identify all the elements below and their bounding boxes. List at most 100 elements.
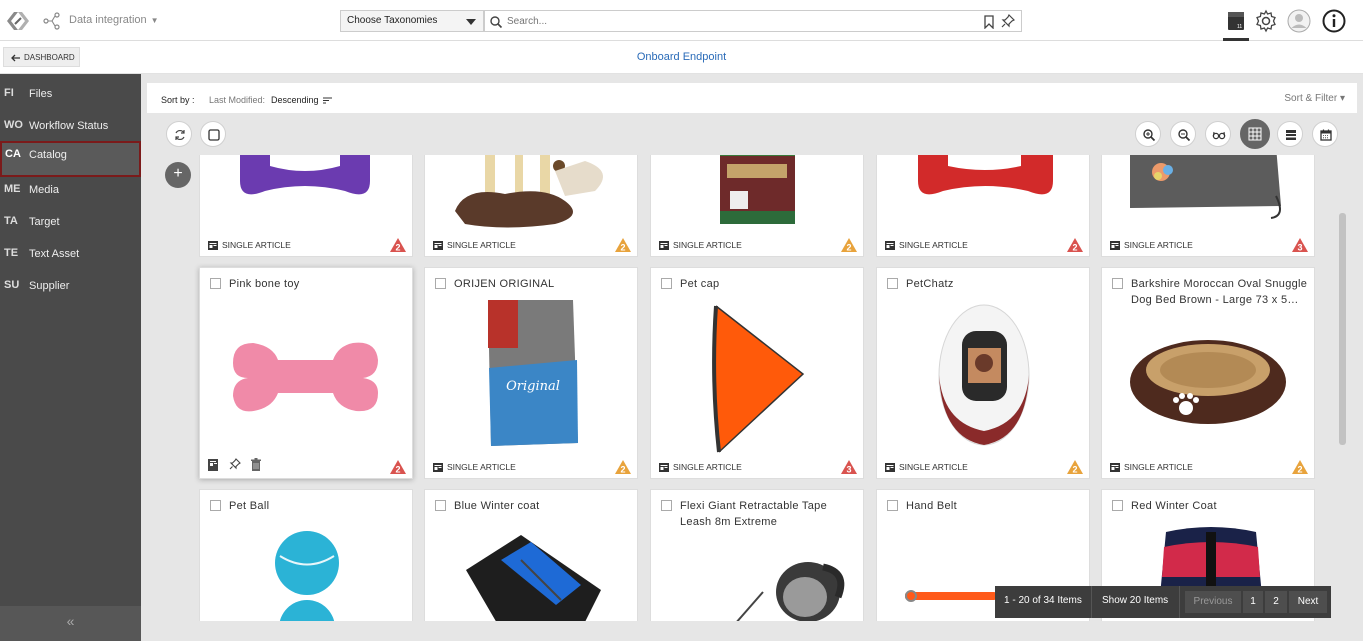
product-card[interactable]: SINGLE ARTICLE 2 bbox=[650, 155, 864, 257]
card-title: ORIJEN ORIGINAL bbox=[454, 278, 555, 290]
app-title-dropdown[interactable]: Data integration ▼ bbox=[69, 14, 159, 26]
product-image bbox=[1130, 155, 1281, 219]
sort-field[interactable]: Last Modified: bbox=[209, 95, 265, 105]
product-image bbox=[905, 590, 997, 602]
zoom-out-icon bbox=[1178, 129, 1191, 142]
sidebar-item-abbr: WO bbox=[4, 119, 23, 131]
page-size-button[interactable]: Show 20 Items bbox=[1102, 595, 1168, 606]
catalog-icon[interactable]: 11 bbox=[1224, 9, 1248, 33]
product-card[interactable]: Barkshire Moroccan Oval Snuggle Dog Bed … bbox=[1101, 267, 1315, 479]
sub-header: Onboard Endpoint DASHBOARD bbox=[0, 41, 1363, 74]
refresh-button[interactable] bbox=[166, 121, 192, 147]
sidebar-item-media[interactable]: ME Media bbox=[0, 176, 141, 204]
trash-icon[interactable] bbox=[250, 458, 262, 471]
list-view-button[interactable] bbox=[1277, 121, 1303, 147]
info-icon[interactable] bbox=[1322, 9, 1346, 33]
product-card[interactable]: SINGLE ARTICLE 3 bbox=[1101, 155, 1315, 257]
dashboard-button[interactable]: DASHBOARD bbox=[3, 47, 80, 67]
card-title: Pet Ball bbox=[229, 500, 270, 512]
grid-view-button[interactable] bbox=[1240, 119, 1270, 149]
calendar-icon bbox=[1320, 129, 1332, 141]
card-checkbox[interactable] bbox=[1112, 278, 1123, 289]
sidebar-item-catalog[interactable]: CA Catalog bbox=[0, 141, 141, 177]
page-1-button[interactable]: 1 bbox=[1243, 591, 1263, 613]
warning-badge-icon: 2 bbox=[841, 238, 857, 252]
card-footer: SINGLE ARTICLE bbox=[208, 240, 291, 250]
next-page-button[interactable]: Next bbox=[1289, 591, 1327, 613]
sidebar-item-workflow-status[interactable]: WO Workflow Status bbox=[0, 112, 141, 140]
add-icon: + bbox=[173, 165, 183, 182]
page-2-button[interactable]: 2 bbox=[1265, 591, 1287, 613]
calendar-view-button[interactable] bbox=[1312, 121, 1338, 147]
card-actions bbox=[208, 458, 262, 474]
warning-badge-icon: 2 bbox=[615, 460, 631, 474]
card-checkbox[interactable] bbox=[1112, 500, 1123, 511]
sidebar-item-abbr: CA bbox=[5, 148, 21, 160]
product-card[interactable]: Pet Ball bbox=[199, 489, 413, 621]
taxonomy-select[interactable]: Choose Taxonomies bbox=[340, 10, 484, 32]
product-image bbox=[712, 305, 805, 453]
copy-article-icon[interactable] bbox=[208, 458, 220, 471]
zoom-out-button[interactable] bbox=[1170, 121, 1196, 147]
card-checkbox[interactable] bbox=[210, 278, 221, 289]
divider bbox=[1091, 586, 1092, 618]
svg-text:2: 2 bbox=[1072, 465, 1077, 475]
pin-icon[interactable] bbox=[1001, 14, 1015, 28]
main-content: Sort by : Last Modified: Descending Sort… bbox=[141, 74, 1363, 641]
pin-icon[interactable] bbox=[229, 458, 241, 471]
card-checkbox[interactable] bbox=[661, 500, 672, 511]
product-card[interactable]: SINGLE ARTICLE 2 bbox=[199, 155, 413, 257]
product-card[interactable]: SINGLE ARTICLE 2 bbox=[424, 155, 638, 257]
card-checkbox[interactable] bbox=[210, 500, 221, 511]
add-button[interactable]: + bbox=[165, 162, 191, 188]
product-card[interactable]: Blue Winter coat bbox=[424, 489, 638, 621]
card-checkbox[interactable] bbox=[435, 500, 446, 511]
logo-icon[interactable] bbox=[4, 9, 32, 33]
sort-filter-dropdown[interactable]: Sort & Filter ▾ bbox=[1284, 93, 1345, 104]
product-card[interactable]: Flexi Giant Retractable Tape Leash 8m Ex… bbox=[650, 489, 864, 621]
sidebar-item-abbr: TE bbox=[4, 247, 19, 259]
settings-icon[interactable] bbox=[1254, 9, 1278, 33]
card-footer: SINGLE ARTICLE bbox=[659, 240, 742, 250]
card-checkbox[interactable] bbox=[661, 278, 672, 289]
card-title: Hand Belt bbox=[906, 500, 958, 512]
warning-badge-icon: 2 bbox=[390, 238, 406, 252]
zoom-in-button[interactable] bbox=[1135, 121, 1161, 147]
product-card[interactable]: Pet cap SINGLE ARTICLE 3 bbox=[650, 267, 864, 479]
card-checkbox[interactable] bbox=[435, 278, 446, 289]
user-icon[interactable] bbox=[1287, 9, 1311, 33]
product-card[interactable]: PetChatz SINGLE ARTICLE 2 bbox=[876, 267, 1090, 479]
product-image bbox=[736, 562, 845, 621]
card-footer: SINGLE ARTICLE bbox=[1110, 240, 1193, 250]
svg-text:2: 2 bbox=[620, 465, 625, 475]
sidebar-item-supplier[interactable]: SU Supplier bbox=[0, 272, 141, 300]
select-all-icon bbox=[208, 129, 220, 141]
product-card[interactable]: Pink bone toy 2 bbox=[199, 267, 413, 479]
card-checkbox[interactable] bbox=[887, 500, 898, 511]
scrollbar-thumb[interactable] bbox=[1339, 213, 1346, 445]
bookmark-icon[interactable] bbox=[983, 15, 995, 29]
sort-direction[interactable]: Descending bbox=[271, 95, 333, 105]
product-card[interactable]: SINGLE ARTICLE 2 bbox=[876, 155, 1090, 257]
arrow-left-icon bbox=[11, 54, 20, 62]
warning-badge-icon: 3 bbox=[1292, 238, 1308, 252]
preview-button[interactable] bbox=[1205, 121, 1231, 147]
sidebar-item-target[interactable]: TA Target bbox=[0, 208, 141, 236]
collapse-sidebar-button[interactable]: « bbox=[0, 606, 141, 641]
card-checkbox[interactable] bbox=[887, 278, 898, 289]
search-icon[interactable] bbox=[489, 15, 503, 29]
sidebar-item-label: Supplier bbox=[29, 280, 70, 292]
sidebar-item-text-asset[interactable]: TE Text Asset bbox=[0, 240, 141, 268]
sidebar-item-label: Workflow Status bbox=[29, 120, 109, 132]
article-icon bbox=[433, 241, 443, 250]
sidebar-item-abbr: ME bbox=[4, 183, 21, 195]
search-input[interactable] bbox=[507, 13, 977, 29]
product-image bbox=[455, 155, 603, 228]
svg-text:2: 2 bbox=[1072, 243, 1077, 253]
grid-scrollbar[interactable] bbox=[1338, 155, 1347, 621]
select-all-button[interactable] bbox=[200, 121, 226, 147]
sidebar-item-files[interactable]: FI Files bbox=[0, 80, 141, 108]
product-card[interactable]: ORIJEN ORIGINAL Original SINGLE ARTICLE … bbox=[424, 267, 638, 479]
previous-page-button[interactable]: Previous bbox=[1185, 591, 1241, 613]
warning-badge-icon: 2 bbox=[1292, 460, 1308, 474]
